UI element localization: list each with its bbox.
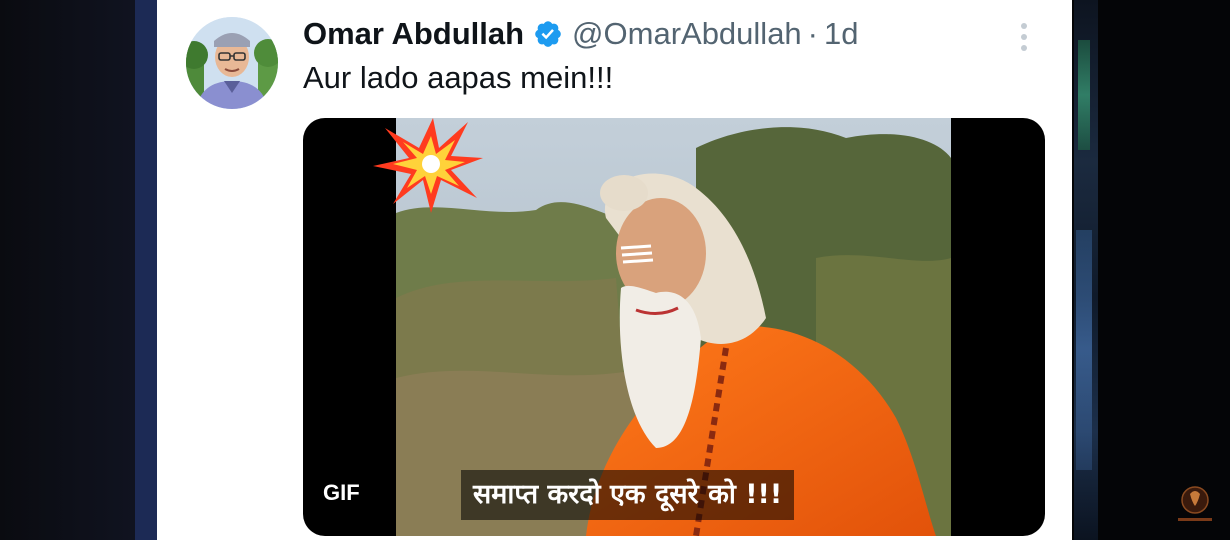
gif-badge: GIF: [323, 480, 360, 505]
author-handle[interactable]: @OmarAbdullah: [572, 16, 802, 52]
tweet-header: Omar Abdullah @OmarAbdullah · 1d: [303, 12, 858, 56]
video-right-stripe: [1074, 0, 1098, 540]
tweet-timestamp[interactable]: 1d: [824, 16, 858, 52]
collision-emoji-icon: [373, 118, 483, 213]
channel-logo-icon: [1172, 482, 1218, 528]
tweet-media-gif[interactable]: GIF समाप्त करदो एक दूसरे को !!!: [303, 118, 1045, 536]
header-separator: ·: [807, 16, 818, 51]
verified-badge-icon: [533, 19, 563, 49]
more-vertical-icon[interactable]: [1016, 20, 1032, 54]
tweet-text: Aur lado aapas mein!!!: [303, 60, 614, 95]
video-left-border: [0, 0, 135, 540]
author-name[interactable]: Omar Abdullah: [303, 16, 524, 52]
avatar-photo: [186, 17, 278, 109]
author-avatar[interactable]: [186, 17, 278, 109]
gif-caption: समाप्त करदो एक दूसरे को !!!: [461, 470, 795, 520]
video-left-stripe: [135, 0, 157, 540]
